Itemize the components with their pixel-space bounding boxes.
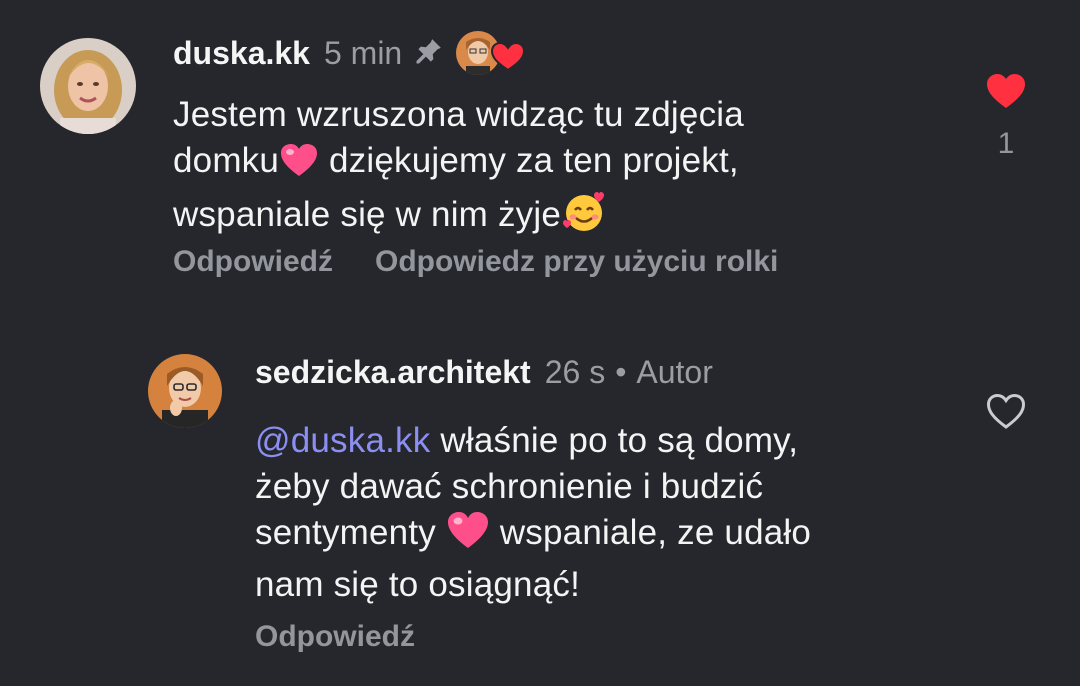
author-liked-avatar-icon [456, 30, 526, 76]
avatar-duska[interactable] [40, 38, 136, 134]
heart-emoji-icon [279, 142, 319, 190]
mention-link[interactable]: @duska.kk [255, 421, 430, 460]
comment-actions: Odpowiedź Odpowiedz przy użyciu rolki [173, 245, 778, 279]
comment-sedzicka: sedzicka.architekt 26 s • Autor @duska.k… [0, 330, 1080, 686]
heart-emoji-icon [446, 510, 490, 562]
username[interactable]: sedzicka.architekt [255, 354, 531, 391]
comment-duska: duska.kk 5 min Jestem wzruszona widząc t… [0, 0, 1080, 300]
timestamp: 5 min [323, 34, 403, 71]
reply-button[interactable]: Odpowiedź [173, 245, 333, 279]
heart-outline-icon[interactable] [985, 392, 1027, 435]
comment-text: Jestem wzruszona widząc tu zdjęcia domku… [173, 92, 953, 244]
like-column: 1 [976, 72, 1036, 161]
heart-filled-icon[interactable] [985, 72, 1027, 115]
comment-actions: Odpowiedź [255, 620, 415, 654]
author-badge: Autor [636, 353, 713, 390]
pin-icon [414, 36, 444, 71]
reply-button[interactable]: Odpowiedź [255, 620, 415, 654]
comment-header: sedzicka.architekt 26 s • Autor [255, 352, 713, 392]
like-count: 1 [997, 127, 1015, 160]
smiling-face-with-hearts-icon [561, 190, 607, 244]
comment-text: @duska.kk właśnie po to są domy, żeby da… [255, 421, 812, 604]
timestamp: 26 s [544, 353, 606, 390]
comment-header: duska.kk 5 min [173, 30, 526, 76]
like-column [976, 392, 1036, 435]
reply-with-reel-button[interactable]: Odpowiedz przy użyciu rolki [375, 245, 778, 279]
separator-dot: • [615, 353, 627, 390]
avatar-sedzicka[interactable] [148, 354, 222, 428]
username[interactable]: duska.kk [173, 35, 310, 72]
